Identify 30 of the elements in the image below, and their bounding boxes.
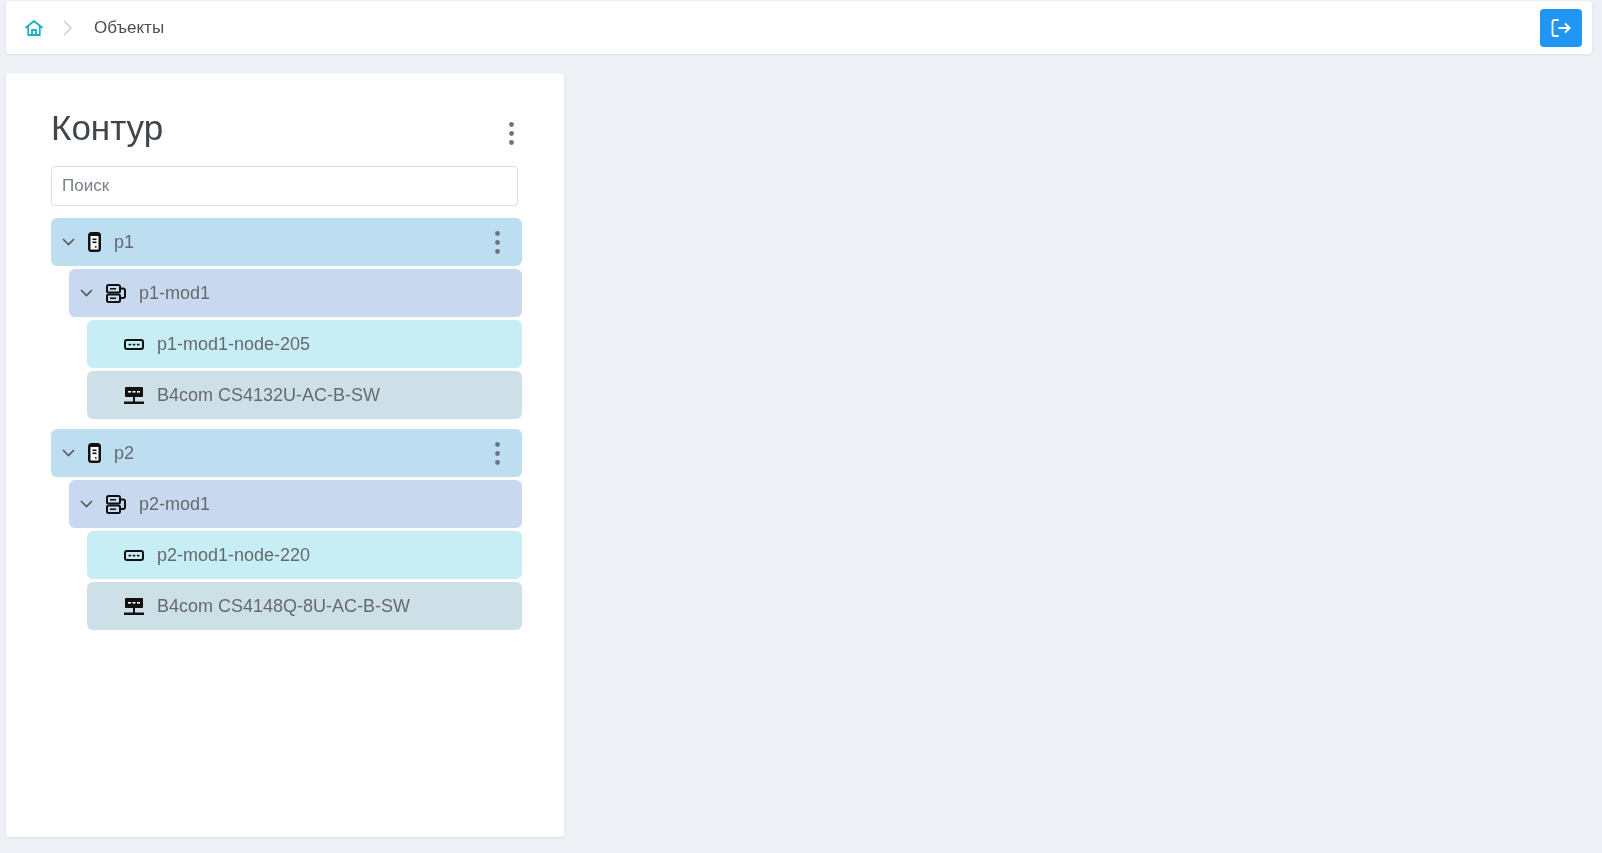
chevron-down-icon[interactable] (80, 500, 93, 508)
rack-icon (88, 443, 101, 463)
server-unit-icon (124, 338, 144, 350)
logout-icon (1551, 18, 1571, 37)
network-device-icon (124, 597, 144, 615)
rack-icon (88, 232, 101, 252)
tree-item[interactable]: p1-mod1-node-205 (87, 320, 522, 368)
search-field[interactable]: Поиск (51, 166, 518, 206)
network-device-icon (124, 386, 144, 404)
panel-title: Контур (51, 107, 165, 149)
tree-item[interactable]: p2-mod1 (69, 480, 522, 528)
more-icon[interactable] (509, 121, 514, 145)
server-stack-icon (106, 283, 126, 303)
tree-item[interactable]: p1-mod1 (69, 269, 522, 317)
tree-item[interactable]: p2 (51, 429, 522, 477)
chevron-down-icon[interactable] (62, 238, 75, 246)
chevron-down-icon[interactable] (80, 289, 93, 297)
home-icon[interactable] (25, 19, 43, 36)
server-stack-icon (106, 494, 126, 514)
breadcrumb-item: Объекты (94, 16, 165, 39)
more-icon[interactable] (495, 441, 500, 465)
tree-item[interactable]: B4com CS4132U-AC-B-SW (87, 371, 522, 419)
tree-item[interactable]: p2-mod1-node-220 (87, 531, 522, 579)
server-unit-icon (124, 549, 144, 561)
tree-item[interactable]: p1 (51, 218, 522, 266)
chevron-down-icon[interactable] (62, 449, 75, 457)
logout-button[interactable] (1540, 8, 1582, 47)
tree-item[interactable]: B4com CS4148Q-8U-AC-B-SW (87, 582, 522, 630)
more-icon[interactable] (495, 230, 500, 254)
chevron-right-icon (63, 19, 72, 36)
